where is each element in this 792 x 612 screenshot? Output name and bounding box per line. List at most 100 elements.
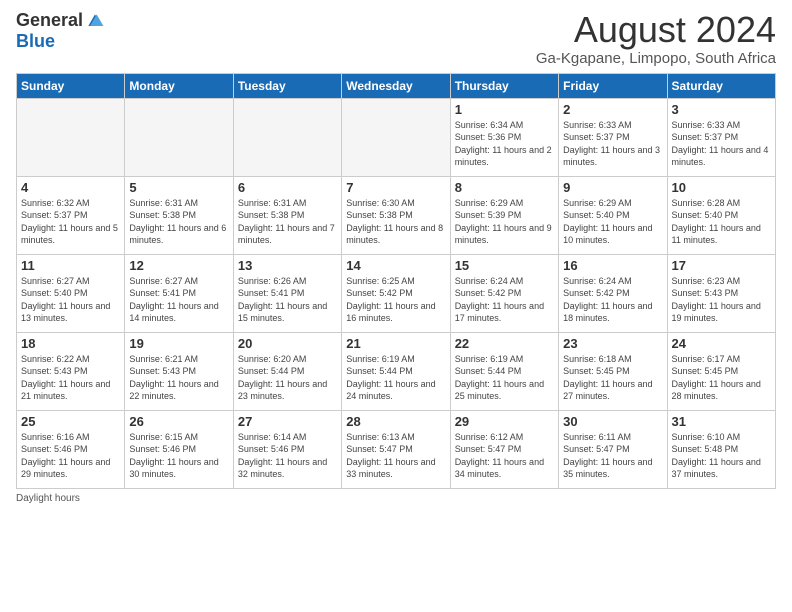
day-info: Sunrise: 6:31 AM Sunset: 5:38 PM Dayligh… — [129, 197, 228, 247]
day-number: 12 — [129, 258, 228, 273]
day-cell: 3 Sunrise: 6:33 AM Sunset: 5:37 PM Daylig… — [667, 98, 775, 176]
day-info: Sunrise: 6:34 AM Sunset: 5:36 PM Dayligh… — [455, 119, 554, 169]
day-number: 31 — [672, 414, 771, 429]
day-number: 23 — [563, 336, 662, 351]
day-cell: 28 Sunrise: 6:13 AM Sunset: 5:47 PM Dayli… — [342, 410, 450, 488]
logo-general: General — [16, 10, 83, 31]
day-cell: 27 Sunrise: 6:14 AM Sunset: 5:46 PM Dayli… — [233, 410, 341, 488]
day-info: Sunrise: 6:32 AM Sunset: 5:37 PM Dayligh… — [21, 197, 120, 247]
week-row-2: 4 Sunrise: 6:32 AM Sunset: 5:37 PM Daylig… — [17, 176, 776, 254]
day-cell: 15 Sunrise: 6:24 AM Sunset: 5:42 PM Dayli… — [450, 254, 558, 332]
day-cell: 12 Sunrise: 6:27 AM Sunset: 5:41 PM Dayli… — [125, 254, 233, 332]
day-number: 9 — [563, 180, 662, 195]
day-info: Sunrise: 6:11 AM Sunset: 5:47 PM Dayligh… — [563, 431, 662, 481]
day-number: 26 — [129, 414, 228, 429]
day-number: 16 — [563, 258, 662, 273]
logo-blue: Blue — [16, 31, 55, 52]
day-number: 14 — [346, 258, 445, 273]
subtitle: Ga-Kgapane, Limpopo, South Africa — [536, 50, 776, 67]
calendar-table: SundayMondayTuesdayWednesdayThursdayFrid… — [16, 73, 776, 489]
header-row: SundayMondayTuesdayWednesdayThursdayFrid… — [17, 73, 776, 98]
day-info: Sunrise: 6:20 AM Sunset: 5:44 PM Dayligh… — [238, 353, 337, 403]
logo: General Blue — [16, 10, 105, 52]
week-row-4: 18 Sunrise: 6:22 AM Sunset: 5:43 PM Dayli… — [17, 332, 776, 410]
day-number: 5 — [129, 180, 228, 195]
day-info: Sunrise: 6:25 AM Sunset: 5:42 PM Dayligh… — [346, 275, 445, 325]
day-number: 4 — [21, 180, 120, 195]
day-cell — [342, 98, 450, 176]
day-cell: 21 Sunrise: 6:19 AM Sunset: 5:44 PM Dayli… — [342, 332, 450, 410]
day-cell: 22Sunrise: 6:19 AM Sunset: 5:44 PM Dayli… — [450, 332, 558, 410]
day-header-wednesday: Wednesday — [342, 73, 450, 98]
day-info: Sunrise: 6:29 AM Sunset: 5:40 PM Dayligh… — [563, 197, 662, 247]
day-header-tuesday: Tuesday — [233, 73, 341, 98]
day-cell: 18 Sunrise: 6:22 AM Sunset: 5:43 PM Dayli… — [17, 332, 125, 410]
header: General Blue August 2024 Ga-Kgapane, Lim… — [16, 10, 776, 67]
day-cell: 7Sunrise: 6:30 AM Sunset: 5:38 PM Daylig… — [342, 176, 450, 254]
month-title: August 2024 — [536, 10, 776, 50]
day-cell: 20 Sunrise: 6:20 AM Sunset: 5:44 PM Dayli… — [233, 332, 341, 410]
day-number: 15 — [455, 258, 554, 273]
day-cell: 14 Sunrise: 6:25 AM Sunset: 5:42 PM Dayli… — [342, 254, 450, 332]
day-number: 11 — [21, 258, 120, 273]
day-cell: 19 Sunrise: 6:21 AM Sunset: 5:43 PM Dayli… — [125, 332, 233, 410]
day-info: Sunrise: 6:12 AM Sunset: 5:47 PM Dayligh… — [455, 431, 554, 481]
day-info: Sunrise: 6:29 AM Sunset: 5:39 PM Dayligh… — [455, 197, 554, 247]
day-info: Sunrise: 6:18 AM Sunset: 5:45 PM Dayligh… — [563, 353, 662, 403]
day-info: Sunrise: 6:23 AM Sunset: 5:43 PM Dayligh… — [672, 275, 771, 325]
day-number: 19 — [129, 336, 228, 351]
day-info: Sunrise: 6:15 AM Sunset: 5:46 PM Dayligh… — [129, 431, 228, 481]
day-info: Sunrise: 6:24 AM Sunset: 5:42 PM Dayligh… — [455, 275, 554, 325]
day-number: 21 — [346, 336, 445, 351]
day-info: Sunrise: 6:33 AM Sunset: 5:37 PM Dayligh… — [672, 119, 771, 169]
day-info: Sunrise: 6:14 AM Sunset: 5:46 PM Dayligh… — [238, 431, 337, 481]
day-cell: 13Sunrise: 6:26 AM Sunset: 5:41 PM Dayli… — [233, 254, 341, 332]
day-cell: 5 Sunrise: 6:31 AM Sunset: 5:38 PM Daylig… — [125, 176, 233, 254]
day-cell: 2Sunrise: 6:33 AM Sunset: 5:37 PM Daylig… — [559, 98, 667, 176]
day-cell — [233, 98, 341, 176]
day-number: 29 — [455, 414, 554, 429]
day-number: 2 — [563, 102, 662, 117]
day-info: Sunrise: 6:22 AM Sunset: 5:43 PM Dayligh… — [21, 353, 120, 403]
day-info: Sunrise: 6:26 AM Sunset: 5:41 PM Dayligh… — [238, 275, 337, 325]
day-info: Sunrise: 6:27 AM Sunset: 5:41 PM Dayligh… — [129, 275, 228, 325]
day-header-friday: Friday — [559, 73, 667, 98]
day-number: 20 — [238, 336, 337, 351]
day-cell: 29 Sunrise: 6:12 AM Sunset: 5:47 PM Dayli… — [450, 410, 558, 488]
day-info: Sunrise: 6:19 AM Sunset: 5:44 PM Dayligh… — [455, 353, 554, 403]
day-number: 1 — [455, 102, 554, 117]
day-cell — [17, 98, 125, 176]
day-number: 7 — [346, 180, 445, 195]
day-info: Sunrise: 6:28 AM Sunset: 5:40 PM Dayligh… — [672, 197, 771, 247]
day-number: 8 — [455, 180, 554, 195]
title-section: August 2024 Ga-Kgapane, Limpopo, South A… — [536, 10, 776, 67]
day-info: Sunrise: 6:19 AM Sunset: 5:44 PM Dayligh… — [346, 353, 445, 403]
day-cell: 16 Sunrise: 6:24 AM Sunset: 5:42 PM Dayli… — [559, 254, 667, 332]
day-cell: 6Sunrise: 6:31 AM Sunset: 5:38 PM Daylig… — [233, 176, 341, 254]
day-info: Sunrise: 6:24 AM Sunset: 5:42 PM Dayligh… — [563, 275, 662, 325]
day-cell: 9 Sunrise: 6:29 AM Sunset: 5:40 PM Daylig… — [559, 176, 667, 254]
day-cell: 23 Sunrise: 6:18 AM Sunset: 5:45 PM Dayli… — [559, 332, 667, 410]
day-number: 3 — [672, 102, 771, 117]
day-cell: 31 Sunrise: 6:10 AM Sunset: 5:48 PM Dayli… — [667, 410, 775, 488]
day-info: Sunrise: 6:31 AM Sunset: 5:38 PM Dayligh… — [238, 197, 337, 247]
day-number: 10 — [672, 180, 771, 195]
day-cell: 1 Sunrise: 6:34 AM Sunset: 5:36 PM Daylig… — [450, 98, 558, 176]
day-cell: 24Sunrise: 6:17 AM Sunset: 5:45 PM Dayli… — [667, 332, 775, 410]
day-info: Sunrise: 6:17 AM Sunset: 5:45 PM Dayligh… — [672, 353, 771, 403]
day-number: 30 — [563, 414, 662, 429]
day-number: 27 — [238, 414, 337, 429]
day-cell: 17 Sunrise: 6:23 AM Sunset: 5:43 PM Dayli… — [667, 254, 775, 332]
day-info: Sunrise: 6:21 AM Sunset: 5:43 PM Dayligh… — [129, 353, 228, 403]
day-info: Sunrise: 6:10 AM Sunset: 5:48 PM Dayligh… — [672, 431, 771, 481]
day-number: 28 — [346, 414, 445, 429]
day-cell: 8 Sunrise: 6:29 AM Sunset: 5:39 PM Daylig… — [450, 176, 558, 254]
page: General Blue August 2024 Ga-Kgapane, Lim… — [0, 0, 792, 510]
day-number: 17 — [672, 258, 771, 273]
day-number: 18 — [21, 336, 120, 351]
day-cell — [125, 98, 233, 176]
day-info: Sunrise: 6:13 AM Sunset: 5:47 PM Dayligh… — [346, 431, 445, 481]
day-header-sunday: Sunday — [17, 73, 125, 98]
day-cell: 10 Sunrise: 6:28 AM Sunset: 5:40 PM Dayli… — [667, 176, 775, 254]
day-number: 25 — [21, 414, 120, 429]
